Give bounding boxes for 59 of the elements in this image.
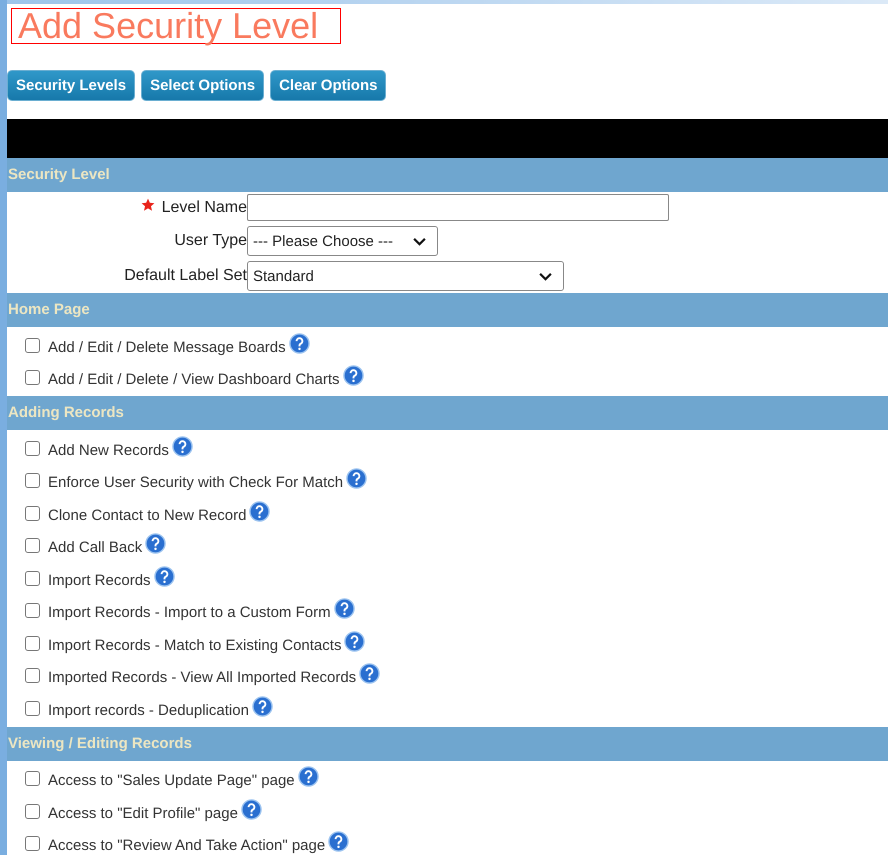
checkbox[interactable] [25,700,40,716]
page-title: Add Security Level [11,8,342,44]
help-icon[interactable] [359,663,380,684]
section-header: Adding Records [7,396,888,430]
section-header: Viewing / Editing Records [7,726,888,760]
help-icon[interactable] [154,566,175,587]
checkbox[interactable] [25,636,40,651]
chevron-down-icon [538,272,553,280]
help-icon[interactable] [346,468,368,490]
permission-label: Import Records [48,572,151,589]
permission-label: Add / Edit / Delete / View Dashboard Charts [48,371,340,388]
help-icon[interactable] [288,332,310,354]
permission-label: Import records - Deduplication [48,702,249,719]
permission-label: Import Records - Match to Existing Contacts [48,636,342,654]
checkbox[interactable] [25,538,40,554]
required-star-icon [140,198,155,212]
toolbar-button[interactable]: Select Options [141,70,264,101]
checkbox[interactable] [25,570,40,586]
help-icon[interactable] [334,598,355,620]
dropdown-select[interactable]: Standard [247,261,564,291]
section-header: Home Page [7,293,888,327]
help-icon[interactable] [328,831,350,852]
checkbox[interactable] [25,771,40,786]
field-label: User Type [174,232,247,250]
help-icon[interactable] [342,365,364,386]
field-label: Default Label Set [124,267,247,285]
chevron-down-icon [412,236,427,246]
permission-label: Import Records - Import to a Custom Form [48,604,331,622]
permission-label: Add New Records [48,442,169,459]
checkbox[interactable] [25,804,40,819]
checkbox[interactable] [25,338,40,353]
checkbox[interactable] [25,668,40,684]
checkbox[interactable] [25,370,40,386]
field-label: Level Name [162,198,247,216]
permission-label: Access to "Review And Take Action" page [48,837,326,854]
permission-label: Add / Edit / Delete Message Boards [48,338,286,356]
permission-label: Add Call Back [48,539,142,556]
help-icon[interactable] [145,533,166,554]
level-name-input[interactable] [247,194,669,221]
toolbar-button[interactable]: Security Levels [7,70,136,101]
help-icon[interactable] [344,630,366,652]
permission-label: Access to "Edit Profile" page [48,804,238,822]
checkbox[interactable] [25,603,40,618]
checkbox[interactable] [25,440,40,456]
help-icon[interactable] [252,696,273,717]
help-icon[interactable] [298,766,319,788]
help-icon[interactable] [240,798,262,820]
section-header: Security Level [7,158,888,192]
permission-label: Imported Records - View All Imported Records [48,669,356,686]
permission-label: Clone Contact to New Record [48,506,246,524]
help-icon[interactable] [172,436,193,457]
help-icon[interactable] [249,500,270,522]
checkbox[interactable] [25,836,40,852]
dropdown-select[interactable]: --- Please Choose --- [247,226,438,256]
checkbox[interactable] [25,506,40,521]
permission-label: Enforce User Security with Check For Match [48,474,344,492]
permission-label: Access to "Sales Update Page" page [48,772,295,790]
toolbar-button[interactable]: Clear Options [270,70,386,101]
checkbox[interactable] [25,473,40,488]
